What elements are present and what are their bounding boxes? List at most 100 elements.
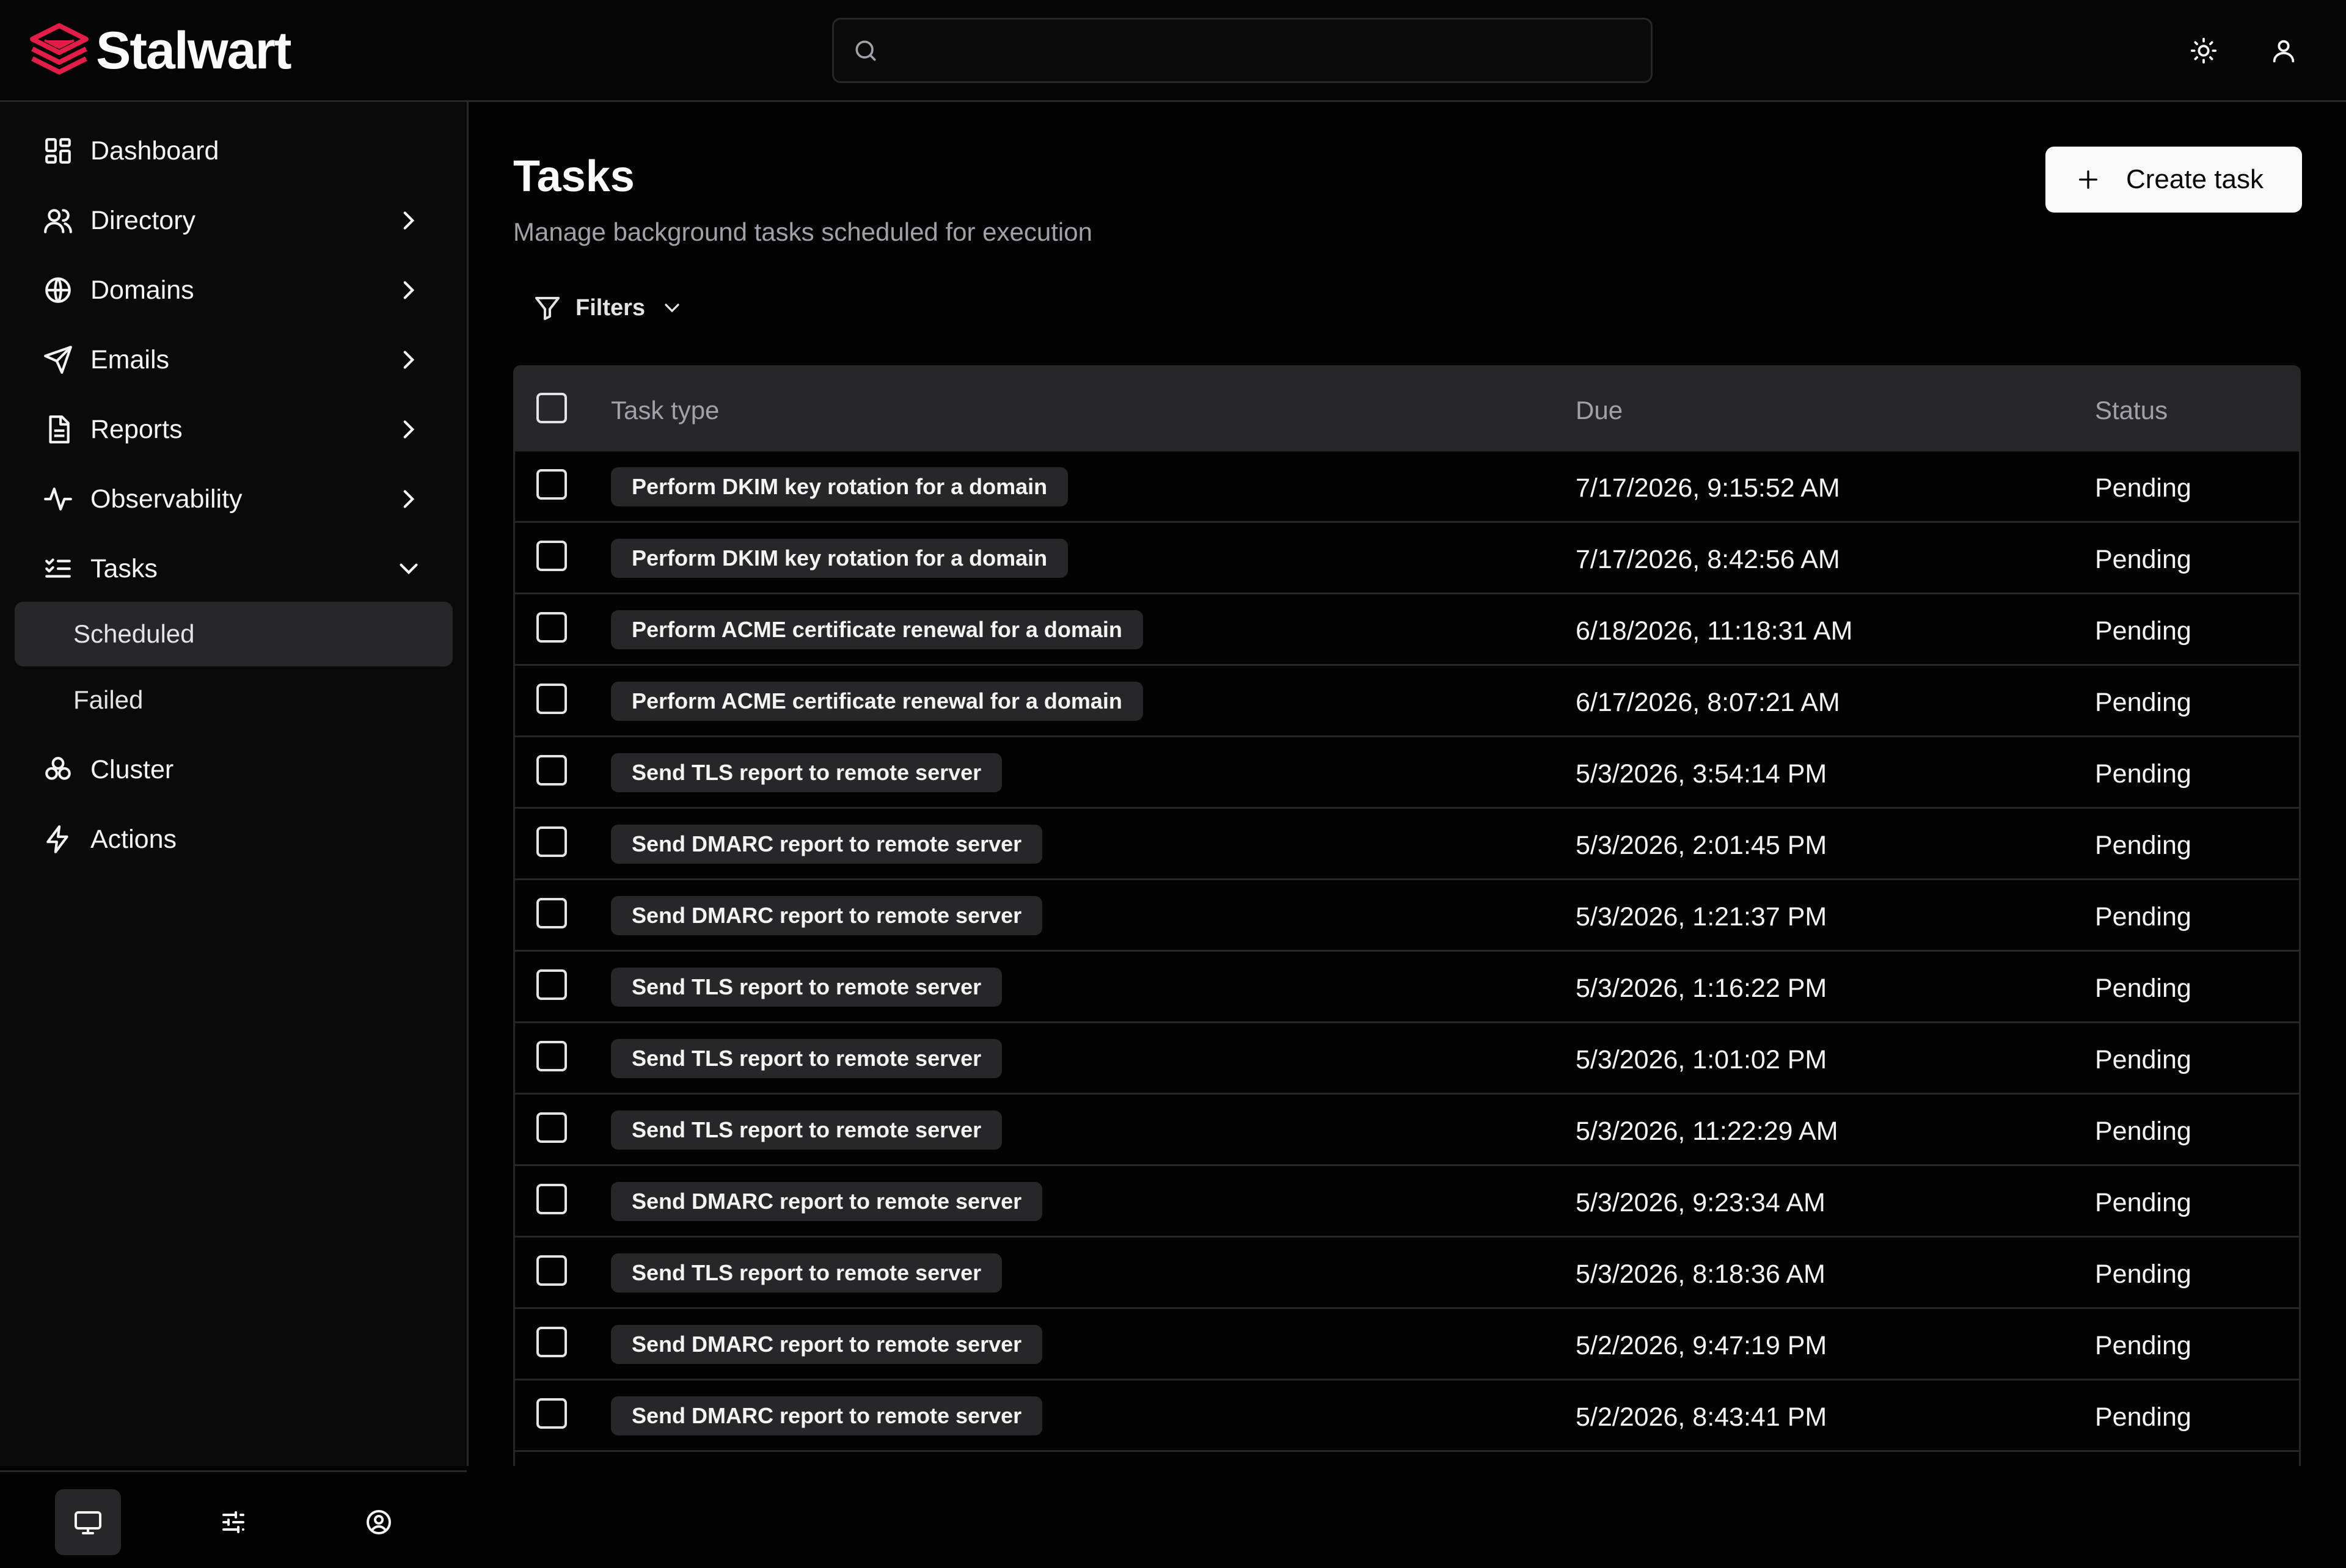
search-icon [855,40,876,60]
row-checkbox[interactable] [536,469,567,500]
chevron-right-icon [403,351,415,369]
table-row[interactable]: Send DMARC report to remote server 5/3/20… [515,880,2299,952]
table-row[interactable]: Perform ACME certificate renewal for a d… [515,666,2299,737]
task-type-badge[interactable]: Send TLS report to remote server [611,1253,1003,1293]
status-cell: Pending [2095,688,2191,717]
table-row[interactable]: Send DMARC report to remote server 5/2/20… [515,1380,2299,1452]
status-cell: Pending [2095,545,2191,574]
table-row[interactable]: Send TLS report to remote server 5/3/2026… [515,1095,2299,1166]
due-cell: 5/3/2026, 2:01:45 PM [1576,831,1827,860]
row-checkbox[interactable] [536,1112,567,1143]
settings-button[interactable] [200,1489,266,1555]
table-row[interactable]: Send TLS report to remote server 5/3/2026… [515,952,2299,1023]
sidebar-item-observability[interactable]: Observability [15,467,453,531]
task-type-badge[interactable]: Send TLS report to remote server [611,968,1003,1007]
due-cell: 6/18/2026, 11:18:31 AM [1576,616,1853,646]
row-checkbox[interactable] [536,1255,567,1286]
filters-dropdown[interactable]: Filters [533,290,684,326]
status-cell: Pending [2095,1402,2191,1432]
profile-button[interactable] [346,1489,412,1555]
table-row[interactable]: Send TLS report to remote server 5/3/2026… [515,1023,2299,1095]
task-type-badge[interactable]: Perform ACME certificate renewal for a d… [611,682,1143,721]
sidebar-item-actions[interactable]: Actions [15,807,453,872]
sidebar-item-cluster[interactable]: Cluster [15,737,453,802]
select-all-checkbox[interactable] [536,393,567,423]
status-cell: Pending [2095,1117,2191,1146]
row-checkbox[interactable] [536,612,567,643]
zap-icon [46,825,68,853]
dashboard-icon [45,138,71,164]
theme-toggle-button[interactable] [2176,23,2231,78]
list-checks-icon [45,558,71,578]
table-header: Task type Due Status [515,367,2299,451]
table-row[interactable]: Send TLS report to remote server 5/3/2026… [515,1238,2299,1309]
column-header-due[interactable]: Due [1576,396,1623,425]
task-type-badge[interactable]: Perform DKIM key rotation for a domain [611,467,1069,506]
row-checkbox[interactable] [536,1398,567,1429]
account-button[interactable] [2256,23,2311,78]
sun-icon [2190,37,2217,64]
sidebar-footer [0,1470,467,1568]
sidebar-subitem-label: Scheduled [73,619,195,648]
task-type-badge[interactable]: Send TLS report to remote server [611,1039,1003,1078]
row-checkbox[interactable] [536,898,567,928]
task-type-badge[interactable]: Send DMARC report to remote server [611,1182,1043,1221]
due-cell: 5/3/2026, 1:21:37 PM [1576,902,1827,932]
status-cell: Pending [2095,1260,2191,1289]
row-checkbox[interactable] [536,1041,567,1071]
sidebar-item-tasks[interactable]: Tasks [15,536,453,601]
table-row[interactable]: Send DMARC report to remote server 5/3/20… [515,809,2299,880]
row-checkbox[interactable] [536,1184,567,1214]
due-cell: 5/2/2026, 8:43:41 PM [1576,1402,1827,1432]
task-type-badge[interactable]: Perform DKIM key rotation for a domain [611,539,1069,578]
page-subtitle: Manage background tasks scheduled for ex… [513,217,1092,246]
table-row[interactable]: Perform ACME certificate renewal for a d… [515,594,2299,666]
sidebar-item-dashboard[interactable]: Dashboard [15,119,453,183]
row-checkbox[interactable] [536,826,567,857]
table-row[interactable]: Perform DKIM key rotation for a domain 7/… [515,523,2299,594]
table-row[interactable]: Send DMARC report to remote server 5/2/20… [515,1309,2299,1380]
table-row[interactable]: Send DMARC report to remote server 5/3/20… [515,1166,2299,1238]
due-cell: 5/3/2026, 1:16:22 PM [1576,974,1827,1003]
task-type-badge[interactable]: Send DMARC report to remote server [611,1396,1043,1435]
search-input[interactable] [832,18,1653,83]
status-cell: Pending [2095,902,2191,932]
task-type-badge[interactable]: Send DMARC report to remote server [611,896,1043,935]
row-checkbox[interactable] [536,684,567,714]
chevron-down-icon [400,563,418,575]
sidebar-item-reports[interactable]: Reports [15,397,453,462]
task-type-badge[interactable]: Send DMARC report to remote server [611,1325,1043,1364]
filter-icon [535,297,560,320]
due-cell: 5/3/2026, 1:01:02 PM [1576,1045,1827,1074]
sidebar-subitem-scheduled[interactable]: Scheduled [15,602,453,666]
row-checkbox[interactable] [536,1327,567,1357]
monitor-icon [75,1511,101,1534]
top-bar: Stalwart [0,0,2346,102]
table-row[interactable]: Perform DKIM key rotation for a domain 7/… [515,451,2299,523]
create-task-button[interactable]: Create task [2045,147,2302,213]
row-checkbox[interactable] [536,541,567,571]
sidebar-item-label: Actions [90,824,177,854]
sidebar-item-directory[interactable]: Directory [15,188,453,253]
task-type-badge[interactable]: Send TLS report to remote server [611,753,1003,792]
sidebar-item-domains[interactable]: Domains [15,258,453,323]
status-cell: Pending [2095,974,2191,1003]
column-header-task-type[interactable]: Task type [611,396,719,425]
task-type-badge[interactable]: Send TLS report to remote server [611,1110,1003,1150]
sidebar-subitem-failed[interactable]: Failed [15,668,453,732]
stalwart-logo-icon [30,23,89,75]
row-checkbox[interactable] [536,755,567,786]
sidebar-item-emails[interactable]: Emails [15,327,453,392]
task-type-badge[interactable]: Perform ACME certificate renewal for a d… [611,610,1143,649]
app-name: Stalwart [96,21,292,80]
desktop-view-button[interactable] [55,1489,121,1555]
row-checkbox[interactable] [536,969,567,1000]
due-cell: 6/17/2026, 8:07:21 AM [1576,688,1840,717]
table-row[interactable]: Send TLS report to remote server 5/3/2026… [515,737,2299,809]
column-header-status[interactable]: Status [2095,396,2168,425]
status-cell: Pending [2095,1188,2191,1217]
app-logo[interactable]: Stalwart [30,21,292,80]
task-type-badge[interactable]: Send DMARC report to remote server [611,825,1043,864]
sidebar-subitem-label: Failed [73,685,144,714]
user-icon [2273,40,2295,63]
